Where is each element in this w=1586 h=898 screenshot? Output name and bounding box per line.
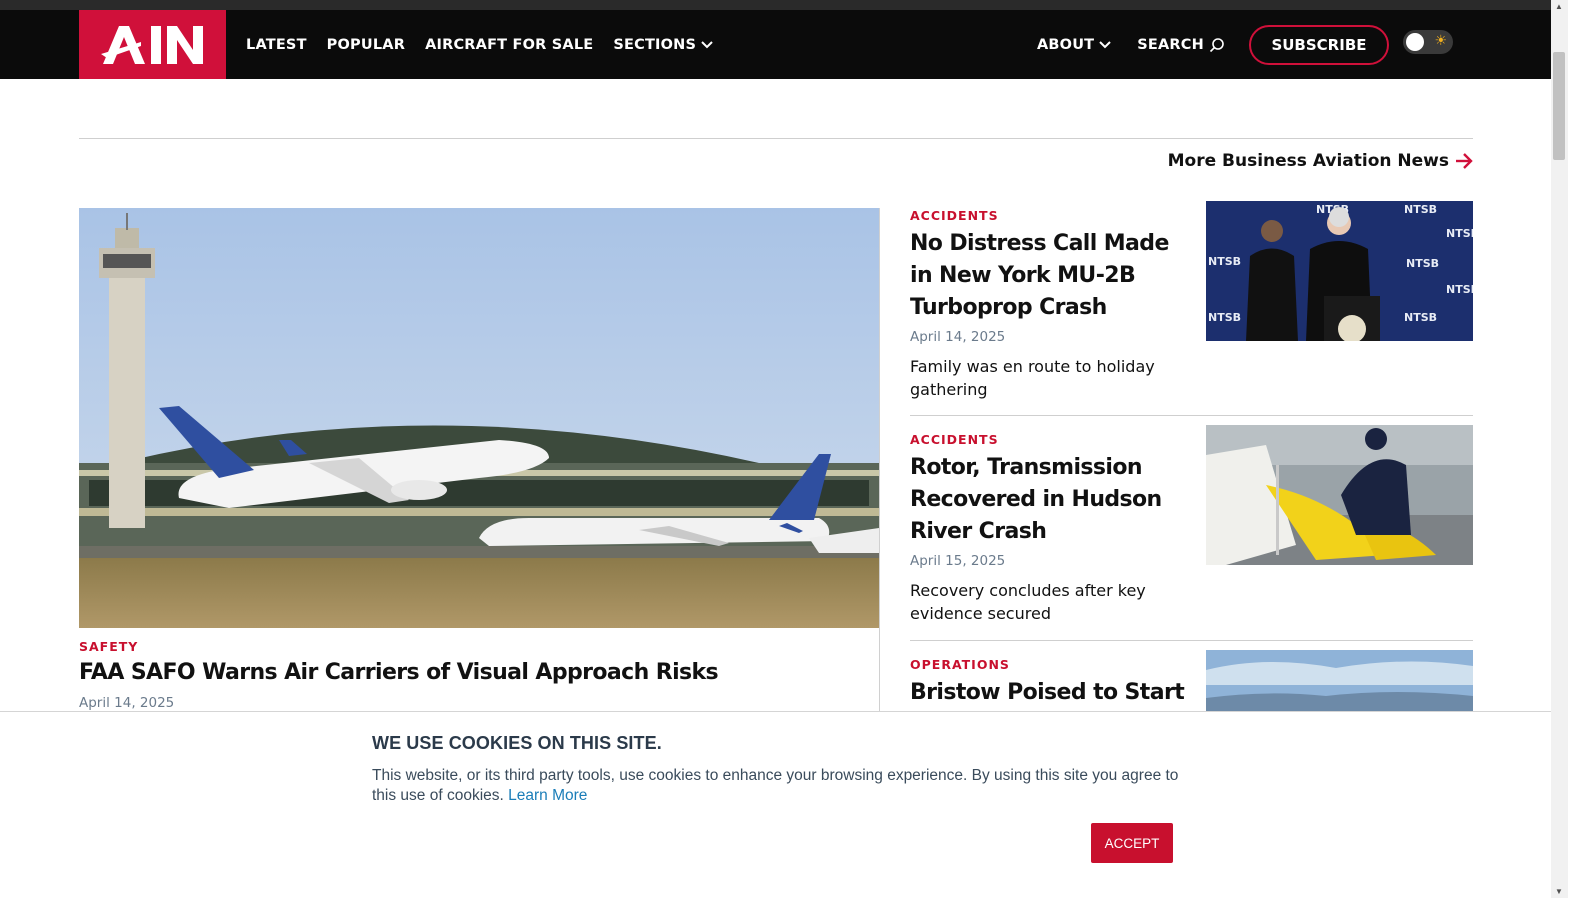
nav-sections-label: SECTIONS xyxy=(613,36,697,53)
nav-aircraft-label: AIRCRAFT FOR SALE xyxy=(425,36,594,53)
nav-popular[interactable]: POPULAR xyxy=(327,37,405,53)
story-date: April 14, 2025 xyxy=(910,329,1006,345)
nav-sections[interactable]: SECTIONS xyxy=(613,37,713,53)
cookie-title: WE USE COOKIES ON THIS SITE. xyxy=(372,733,662,753)
ntsb-mark: NTSB xyxy=(1404,203,1437,216)
ntsb-mark: NTSB xyxy=(1406,257,1439,270)
ntsb-mark: NTSB xyxy=(1446,227,1473,240)
story-description: Recovery concludes after key evidence se… xyxy=(910,581,1146,623)
nav-search-label: SEARCH xyxy=(1137,36,1204,53)
column-divider xyxy=(879,208,880,711)
search-icon xyxy=(1209,37,1224,52)
accept-cookies-button[interactable]: ACCEPT xyxy=(1091,823,1173,863)
ntsb-mark: NTSB xyxy=(1208,255,1241,268)
subscribe-button[interactable]: SUBSCRIBE xyxy=(1248,24,1389,65)
ain-logo[interactable] xyxy=(79,10,226,79)
story-category[interactable]: OPERATIONS xyxy=(910,657,1010,672)
section-divider xyxy=(79,138,1473,139)
story-description: Family was en route to holiday gathering xyxy=(910,357,1155,399)
nav-aircraft-for-sale[interactable]: AIRCRAFT FOR SALE xyxy=(425,37,593,53)
story-card[interactable]: ACCIDENTS No Distress Call Made in New Y… xyxy=(910,201,1473,399)
scrollbar-thumb[interactable] xyxy=(1553,52,1565,160)
page-scrollbar[interactable]: ▲ ▼ xyxy=(1551,0,1568,898)
chevron-down-icon xyxy=(1099,40,1111,48)
story-separator xyxy=(910,640,1473,641)
sun-icon: ☀ xyxy=(1434,32,1447,48)
hero-image[interactable] xyxy=(79,208,879,628)
arrow-right-icon xyxy=(1456,153,1473,169)
theme-toggle[interactable]: ☀ xyxy=(1403,30,1453,54)
nav-about[interactable]: ABOUT xyxy=(1037,37,1111,53)
story-headline[interactable]: Bristow Poised to Start xyxy=(910,677,1210,709)
scroll-down-arrow-icon[interactable]: ▼ xyxy=(1555,887,1563,896)
hero-date: April 14, 2025 xyxy=(79,695,175,711)
helicopter-wreckage-image xyxy=(1206,425,1473,565)
nav-search[interactable]: SEARCH xyxy=(1137,37,1225,53)
nav-latest-label: LATEST xyxy=(246,36,307,53)
story-thumbnail[interactable] xyxy=(1206,650,1473,712)
story-category[interactable]: ACCIDENTS xyxy=(910,208,999,223)
toggle-knob xyxy=(1406,33,1424,51)
airport-runway-image xyxy=(79,208,879,628)
nav-popular-label: POPULAR xyxy=(326,36,406,53)
ntsb-mark: NTSB xyxy=(1446,283,1473,296)
chevron-down-icon xyxy=(701,40,713,48)
secondary-nav: ABOUT SEARCH SUBSCRIBE xyxy=(1037,10,1389,79)
story-headline[interactable]: No Distress Call Made in New York MU-2B … xyxy=(910,228,1180,324)
story-card[interactable]: ACCIDENTS Rotor, Transmission Recovered … xyxy=(910,425,1473,623)
nav-about-label: ABOUT xyxy=(1037,36,1095,53)
site-header: LATEST POPULAR AIRCRAFT FOR SALE SECTION… xyxy=(0,10,1551,79)
story-headline[interactable]: Rotor, Transmission Recovered in Hudson … xyxy=(910,452,1180,548)
cookie-banner: WE USE COOKIES ON THIS SITE. This websit… xyxy=(0,711,1551,898)
story-date: April 15, 2025 xyxy=(910,553,1006,569)
ntsb-press-conference-image: NTSB NTSB NTSB NTSB NTSB NTSB NTSB NTSB xyxy=(1206,201,1473,341)
story-separator xyxy=(910,415,1473,416)
story-category[interactable]: ACCIDENTS xyxy=(910,432,999,447)
story-thumbnail[interactable] xyxy=(1206,425,1473,565)
story-thumbnail[interactable]: NTSB NTSB NTSB NTSB NTSB NTSB NTSB NTSB xyxy=(1206,201,1473,341)
primary-nav: LATEST POPULAR AIRCRAFT FOR SALE SECTION… xyxy=(246,10,713,79)
hero-category[interactable]: SAFETY xyxy=(79,639,138,654)
sky-horizon-image xyxy=(1206,650,1473,712)
nav-latest[interactable]: LATEST xyxy=(246,37,307,53)
scroll-up-arrow-icon[interactable]: ▲ xyxy=(1555,2,1563,11)
learn-more-link[interactable]: Learn More xyxy=(508,787,587,804)
top-strip xyxy=(0,0,1551,10)
ntsb-mark: NTSB xyxy=(1208,311,1241,324)
story-card[interactable]: OPERATIONS Bristow Poised to Start xyxy=(910,650,1473,717)
more-news-link[interactable]: More Business Aviation News xyxy=(1168,151,1473,171)
cookie-message: This website, or its third party tools, … xyxy=(372,766,1192,806)
hero-headline[interactable]: FAA SAFO Warns Air Carriers of Visual Ap… xyxy=(79,660,719,685)
more-news-label: More Business Aviation News xyxy=(1167,151,1449,171)
ntsb-mark: NTSB xyxy=(1404,311,1437,324)
cookie-message-text: This website, or its third party tools, … xyxy=(372,767,1179,804)
ain-logo-mark xyxy=(100,25,203,64)
